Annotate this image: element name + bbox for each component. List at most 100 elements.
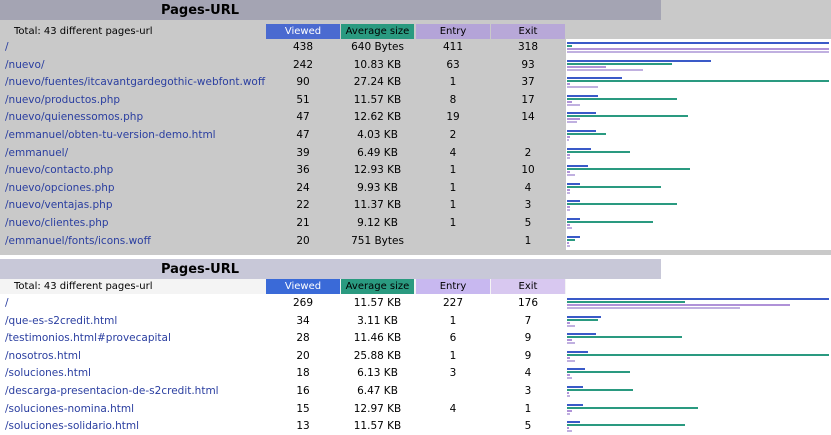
entry-bar [567,241,569,244]
viewed-cell: 16 [296,385,310,397]
panel-title: Pages-URL [160,3,240,18]
page-url-link[interactable]: /nosotros.html [5,350,81,362]
page-url-link[interactable]: /soluciones-nomina.html [5,403,134,415]
entry-cell: 63 [446,58,460,71]
exit-bar [567,191,570,194]
avg-size-bar [567,389,633,391]
table-row: /soluciones-nomina.html 15 12.97 KB 4 1 [0,400,831,419]
page-url-link[interactable]: / [5,297,9,309]
viewed-bar [567,147,591,150]
viewed-bar [567,200,580,203]
viewed-bar [567,403,583,406]
avg-size-cell: 9.93 KB [357,181,398,194]
entry-bar [567,48,829,50]
exit-bar [567,121,577,124]
entry-cell: 1 [449,217,457,229]
exit-bar [567,68,643,71]
avg-size-cell: 11.57 KB [353,297,402,309]
entry-bar [567,206,570,209]
exit-cell: 37 [521,76,535,89]
table-row: /nuevo/ventajas.php 22 11.37 KB 1 3 [0,197,831,215]
avg-size-cell: 3.11 KB [357,314,398,327]
entry-bar [567,188,570,191]
exit-cell: 176 [517,297,539,309]
row-bar-chart [566,179,831,198]
page-url-link[interactable]: / [5,41,9,53]
entry-cell: 1 [449,349,457,362]
page-url-link[interactable]: /nuevo/productos.php [5,94,120,106]
row-bar-chart [566,39,831,57]
avg-size-bar [567,97,677,100]
table-header: Total: 43 different pages-url Viewed Ave… [0,24,566,39]
exit-bar [567,227,572,229]
col-exit: Exit [491,24,565,39]
entry-cell: 19 [446,111,460,124]
table-row: /soluciones-solidario.html 13 11.57 KB 5 [0,418,831,435]
viewed-cell: 36 [296,164,310,177]
viewed-cell: 90 [296,76,310,89]
page-url-link[interactable]: /descarga-presentacion-de-s2credit.html [5,385,219,397]
row-bar-chart [566,400,831,419]
avg-size-bar [567,424,685,427]
exit-cell: 4 [524,367,532,380]
viewed-bar [567,165,588,168]
viewed-cell: 15 [296,402,310,415]
page-url-link[interactable]: /nuevo/fuentes/itcavantgardegothic-webfo… [5,76,265,88]
row-bar-chart [566,56,831,75]
col-avg-size: Average size [341,279,414,294]
row-bar-chart [566,418,831,435]
viewed-cell: 242 [292,58,314,71]
entry-bar [567,374,570,377]
page-url-link[interactable]: /nuevo/ventajas.php [5,199,113,211]
page-url-link[interactable]: /nuevo/quienessomos.php [5,111,143,123]
row-bar-chart [566,365,831,383]
viewed-bar [567,112,596,115]
row-bar-chart [566,74,831,92]
viewed-bar [567,130,596,132]
exit-bar [567,377,572,380]
avg-size-cell: 27.24 KB [353,76,402,89]
avg-size-cell: 11.57 KB [353,93,402,106]
entry-cell: 227 [442,297,464,309]
avg-size-cell: 12.93 KB [353,164,402,177]
page-url-link[interactable]: /que-es-s2credit.html [5,315,117,327]
viewed-cell: 47 [296,111,310,124]
exit-cell: 93 [521,58,535,71]
entry-bar [567,304,790,306]
entry-bar [567,339,572,342]
page-url-link[interactable]: /emmanuel/fonts/icons.woff [5,235,151,247]
viewed-bar [567,42,829,44]
col-exit: Exit [491,279,565,294]
page-url-link[interactable]: /soluciones-solidario.html [5,420,139,432]
page-url-link[interactable]: /nuevo/opciones.php [5,182,115,194]
viewed-bar [567,315,601,318]
page-url-link[interactable]: /soluciones.html [5,367,91,379]
page-url-link[interactable]: /emmanuel/obten-tu-version-demo.html [5,129,216,141]
page-url-link[interactable]: /nuevo/ [5,59,44,71]
entry-cell: 1 [449,314,457,327]
table-row: /nuevo/fuentes/itcavantgardegothic-webfo… [0,74,831,92]
page-url-link[interactable]: /nuevo/clientes.php [5,217,109,229]
viewed-cell: 34 [296,314,310,327]
page-url-link[interactable]: /emmanuel/ [5,147,68,159]
entry-bar [567,153,570,156]
entry-bar [567,409,572,412]
viewed-cell: 13 [296,420,310,433]
col-viewed: Viewed [266,24,340,39]
table-row: /testimonios.html#provecapital 28 11.46 KB… [0,330,831,348]
panel-title-bar: Pages-URL [0,0,661,20]
entry-bar [567,224,570,226]
page-url-link[interactable]: /nuevo/contacto.php [5,164,113,176]
entry-bar [567,392,569,394]
page-url-link[interactable]: /testimonios.html#provecapital [5,332,171,344]
entry-bar [567,171,570,174]
row-bar-chart [566,232,831,251]
entry-cell: 411 [442,41,464,53]
table-row: /que-es-s2credit.html 34 3.11 KB 1 7 [0,312,831,331]
avg-size-cell: 10.83 KB [353,58,402,71]
viewed-bar [567,386,583,388]
table-row: /nuevo/contacto.php 36 12.93 KB 1 10 [0,162,831,180]
viewed-cell: 24 [296,181,310,194]
avg-size-bar [567,168,690,171]
avg-size-bar [567,150,630,153]
